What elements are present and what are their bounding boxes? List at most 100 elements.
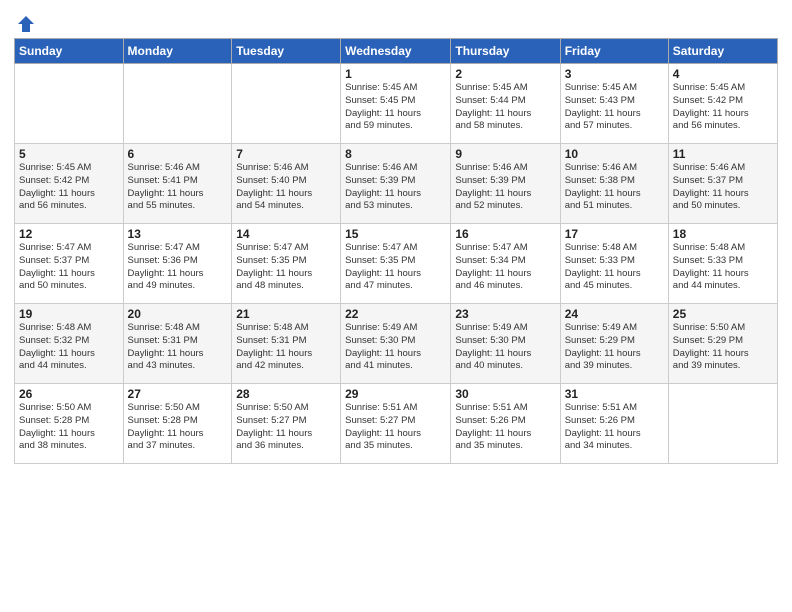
calendar-cell: 1Sunrise: 5:45 AM Sunset: 5:45 PM Daylig… [341, 64, 451, 144]
day-info: Sunrise: 5:51 AM Sunset: 5:26 PM Dayligh… [565, 402, 664, 453]
day-info: Sunrise: 5:46 AM Sunset: 5:39 PM Dayligh… [345, 162, 446, 213]
day-number: 31 [565, 387, 664, 401]
calendar-cell: 21Sunrise: 5:48 AM Sunset: 5:31 PM Dayli… [232, 304, 341, 384]
day-info: Sunrise: 5:46 AM Sunset: 5:37 PM Dayligh… [673, 162, 773, 213]
day-number: 19 [19, 307, 119, 321]
day-info: Sunrise: 5:45 AM Sunset: 5:42 PM Dayligh… [673, 82, 773, 133]
calendar-cell: 13Sunrise: 5:47 AM Sunset: 5:36 PM Dayli… [123, 224, 232, 304]
day-number: 18 [673, 227, 773, 241]
calendar-day-header: Friday [560, 39, 668, 64]
day-info: Sunrise: 5:48 AM Sunset: 5:33 PM Dayligh… [565, 242, 664, 293]
calendar-cell: 27Sunrise: 5:50 AM Sunset: 5:28 PM Dayli… [123, 384, 232, 464]
calendar-cell: 29Sunrise: 5:51 AM Sunset: 5:27 PM Dayli… [341, 384, 451, 464]
day-number: 22 [345, 307, 446, 321]
day-info: Sunrise: 5:46 AM Sunset: 5:39 PM Dayligh… [455, 162, 555, 213]
calendar-cell: 10Sunrise: 5:46 AM Sunset: 5:38 PM Dayli… [560, 144, 668, 224]
calendar-cell: 14Sunrise: 5:47 AM Sunset: 5:35 PM Dayli… [232, 224, 341, 304]
calendar-cell: 11Sunrise: 5:46 AM Sunset: 5:37 PM Dayli… [668, 144, 777, 224]
day-info: Sunrise: 5:48 AM Sunset: 5:31 PM Dayligh… [128, 322, 228, 373]
calendar-week-row: 19Sunrise: 5:48 AM Sunset: 5:32 PM Dayli… [15, 304, 778, 384]
calendar-cell: 16Sunrise: 5:47 AM Sunset: 5:34 PM Dayli… [451, 224, 560, 304]
calendar-cell: 18Sunrise: 5:48 AM Sunset: 5:33 PM Dayli… [668, 224, 777, 304]
day-number: 4 [673, 67, 773, 81]
day-number: 27 [128, 387, 228, 401]
calendar-cell: 24Sunrise: 5:49 AM Sunset: 5:29 PM Dayli… [560, 304, 668, 384]
calendar-week-row: 26Sunrise: 5:50 AM Sunset: 5:28 PM Dayli… [15, 384, 778, 464]
calendar-cell [123, 64, 232, 144]
day-number: 9 [455, 147, 555, 161]
day-info: Sunrise: 5:50 AM Sunset: 5:27 PM Dayligh… [236, 402, 336, 453]
day-number: 1 [345, 67, 446, 81]
day-number: 2 [455, 67, 555, 81]
calendar-cell: 12Sunrise: 5:47 AM Sunset: 5:37 PM Dayli… [15, 224, 124, 304]
day-info: Sunrise: 5:47 AM Sunset: 5:36 PM Dayligh… [128, 242, 228, 293]
calendar-cell: 6Sunrise: 5:46 AM Sunset: 5:41 PM Daylig… [123, 144, 232, 224]
calendar-cell [232, 64, 341, 144]
calendar-week-row: 12Sunrise: 5:47 AM Sunset: 5:37 PM Dayli… [15, 224, 778, 304]
day-number: 6 [128, 147, 228, 161]
day-info: Sunrise: 5:47 AM Sunset: 5:35 PM Dayligh… [236, 242, 336, 293]
calendar-day-header: Monday [123, 39, 232, 64]
day-number: 10 [565, 147, 664, 161]
calendar-cell: 15Sunrise: 5:47 AM Sunset: 5:35 PM Dayli… [341, 224, 451, 304]
day-info: Sunrise: 5:47 AM Sunset: 5:35 PM Dayligh… [345, 242, 446, 293]
day-info: Sunrise: 5:45 AM Sunset: 5:44 PM Dayligh… [455, 82, 555, 133]
day-info: Sunrise: 5:50 AM Sunset: 5:28 PM Dayligh… [19, 402, 119, 453]
day-number: 15 [345, 227, 446, 241]
calendar-header-row: SundayMondayTuesdayWednesdayThursdayFrid… [15, 39, 778, 64]
calendar-cell: 17Sunrise: 5:48 AM Sunset: 5:33 PM Dayli… [560, 224, 668, 304]
day-number: 8 [345, 147, 446, 161]
day-number: 11 [673, 147, 773, 161]
day-info: Sunrise: 5:50 AM Sunset: 5:28 PM Dayligh… [128, 402, 228, 453]
day-info: Sunrise: 5:49 AM Sunset: 5:30 PM Dayligh… [345, 322, 446, 373]
day-number: 26 [19, 387, 119, 401]
day-number: 25 [673, 307, 773, 321]
calendar-day-header: Thursday [451, 39, 560, 64]
day-number: 16 [455, 227, 555, 241]
calendar-cell: 8Sunrise: 5:46 AM Sunset: 5:39 PM Daylig… [341, 144, 451, 224]
day-info: Sunrise: 5:45 AM Sunset: 5:43 PM Dayligh… [565, 82, 664, 133]
day-info: Sunrise: 5:47 AM Sunset: 5:37 PM Dayligh… [19, 242, 119, 293]
day-number: 24 [565, 307, 664, 321]
day-number: 12 [19, 227, 119, 241]
day-info: Sunrise: 5:51 AM Sunset: 5:27 PM Dayligh… [345, 402, 446, 453]
calendar-day-header: Sunday [15, 39, 124, 64]
logo [14, 14, 36, 32]
day-info: Sunrise: 5:50 AM Sunset: 5:29 PM Dayligh… [673, 322, 773, 373]
calendar-cell: 20Sunrise: 5:48 AM Sunset: 5:31 PM Dayli… [123, 304, 232, 384]
day-number: 23 [455, 307, 555, 321]
day-info: Sunrise: 5:49 AM Sunset: 5:30 PM Dayligh… [455, 322, 555, 373]
calendar-week-row: 5Sunrise: 5:45 AM Sunset: 5:42 PM Daylig… [15, 144, 778, 224]
calendar-cell: 2Sunrise: 5:45 AM Sunset: 5:44 PM Daylig… [451, 64, 560, 144]
day-info: Sunrise: 5:46 AM Sunset: 5:38 PM Dayligh… [565, 162, 664, 213]
calendar-cell: 9Sunrise: 5:46 AM Sunset: 5:39 PM Daylig… [451, 144, 560, 224]
calendar-cell: 4Sunrise: 5:45 AM Sunset: 5:42 PM Daylig… [668, 64, 777, 144]
day-info: Sunrise: 5:49 AM Sunset: 5:29 PM Dayligh… [565, 322, 664, 373]
calendar-day-header: Saturday [668, 39, 777, 64]
calendar-cell: 30Sunrise: 5:51 AM Sunset: 5:26 PM Dayli… [451, 384, 560, 464]
day-number: 30 [455, 387, 555, 401]
day-number: 17 [565, 227, 664, 241]
calendar-cell: 26Sunrise: 5:50 AM Sunset: 5:28 PM Dayli… [15, 384, 124, 464]
logo-icon [16, 14, 36, 34]
calendar-day-header: Wednesday [341, 39, 451, 64]
calendar-cell: 5Sunrise: 5:45 AM Sunset: 5:42 PM Daylig… [15, 144, 124, 224]
calendar-cell: 3Sunrise: 5:45 AM Sunset: 5:43 PM Daylig… [560, 64, 668, 144]
day-info: Sunrise: 5:46 AM Sunset: 5:40 PM Dayligh… [236, 162, 336, 213]
day-number: 29 [345, 387, 446, 401]
day-number: 20 [128, 307, 228, 321]
calendar-cell: 19Sunrise: 5:48 AM Sunset: 5:32 PM Dayli… [15, 304, 124, 384]
calendar-cell: 7Sunrise: 5:46 AM Sunset: 5:40 PM Daylig… [232, 144, 341, 224]
calendar-cell: 22Sunrise: 5:49 AM Sunset: 5:30 PM Dayli… [341, 304, 451, 384]
day-info: Sunrise: 5:51 AM Sunset: 5:26 PM Dayligh… [455, 402, 555, 453]
day-info: Sunrise: 5:48 AM Sunset: 5:33 PM Dayligh… [673, 242, 773, 293]
day-number: 28 [236, 387, 336, 401]
calendar-table: SundayMondayTuesdayWednesdayThursdayFrid… [14, 38, 778, 464]
day-info: Sunrise: 5:48 AM Sunset: 5:32 PM Dayligh… [19, 322, 119, 373]
calendar-cell: 23Sunrise: 5:49 AM Sunset: 5:30 PM Dayli… [451, 304, 560, 384]
calendar-cell [668, 384, 777, 464]
calendar-day-header: Tuesday [232, 39, 341, 64]
calendar-cell [15, 64, 124, 144]
calendar-week-row: 1Sunrise: 5:45 AM Sunset: 5:45 PM Daylig… [15, 64, 778, 144]
day-info: Sunrise: 5:48 AM Sunset: 5:31 PM Dayligh… [236, 322, 336, 373]
